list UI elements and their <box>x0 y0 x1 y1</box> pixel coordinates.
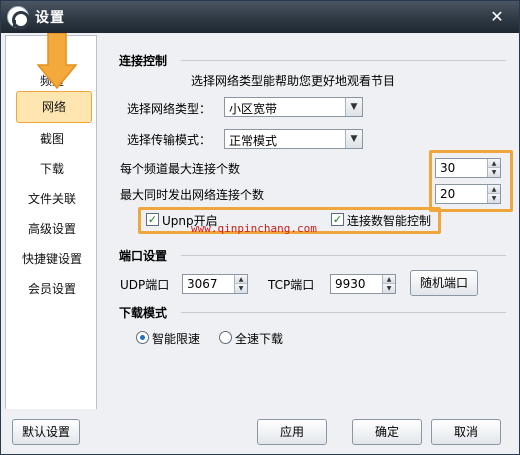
network-type-select[interactable]: 小区宽带 ▼ <box>224 97 363 117</box>
settings-sidebar: 频道 网络 截图 下载 文件关联 高级设置 快捷键设置 会员设置 <box>5 35 97 410</box>
smart-limit-label[interactable]: 智能限速 <box>152 330 200 347</box>
ok-button[interactable]: 确定 <box>352 419 422 445</box>
spin-up-icon[interactable]: ▲ <box>234 275 247 284</box>
restore-defaults-button[interactable]: 默认设置 <box>12 419 80 445</box>
title-bar: 设置 ✕ <box>1 1 519 33</box>
udp-port-spinner[interactable]: 3067 ▲ ▼ <box>182 274 248 294</box>
smart-connection-label[interactable]: 连接数智能控制 <box>347 212 431 229</box>
close-icon[interactable]: ✕ <box>486 6 508 28</box>
max-concurrent-value: 20 <box>440 187 456 201</box>
app-logo-icon <box>7 6 30 29</box>
max-concurrent-spinner[interactable]: 20 ▲ ▼ <box>435 184 501 204</box>
section-divider <box>181 312 506 313</box>
spin-up-icon[interactable]: ▲ <box>487 159 500 168</box>
tcp-port-value: 9930 <box>335 277 366 291</box>
sidebar-item-advanced[interactable]: 高级设置 <box>6 218 98 240</box>
smart-connection-checkbox[interactable]: ✓ <box>331 213 344 226</box>
sidebar-item-membership[interactable]: 会员设置 <box>6 278 98 300</box>
max-concurrent-label: 最大同时发出网络连接个数 <box>120 188 265 202</box>
sidebar-item-screenshot[interactable]: 截图 <box>6 128 98 150</box>
transfer-mode-label: 选择传输模式： <box>127 133 212 147</box>
udp-port-label: UDP端口 <box>120 278 170 292</box>
spin-down-icon[interactable]: ▼ <box>487 194 500 203</box>
max-per-channel-value: 30 <box>440 161 456 175</box>
full-speed-radio[interactable] <box>219 331 232 344</box>
settings-window: 设置 ✕ 频道 网络 截图 下载 文件关联 高级设置 快捷键设置 会员设置 连接… <box>0 0 520 455</box>
spin-down-icon[interactable]: ▼ <box>487 168 500 177</box>
section-divider <box>181 60 506 61</box>
max-per-channel-label: 每个频道最大连接个数 <box>120 162 241 176</box>
max-per-channel-spinner[interactable]: 30 ▲ ▼ <box>435 158 501 178</box>
tcp-port-spinner[interactable]: 9930 ▲ ▼ <box>330 274 396 294</box>
transfer-mode-select[interactable]: 正常模式 ▼ <box>224 129 363 149</box>
transfer-mode-value: 正常模式 <box>229 134 278 148</box>
orange-arrow-icon <box>37 33 77 89</box>
sidebar-item-download[interactable]: 下载 <box>6 158 98 180</box>
sidebar-item-file-association[interactable]: 文件关联 <box>6 188 98 210</box>
section-divider <box>181 255 506 256</box>
random-port-button[interactable]: 随机端口 <box>410 270 478 296</box>
spin-down-icon[interactable]: ▼ <box>234 284 247 293</box>
udp-port-value: 3067 <box>187 277 218 291</box>
spin-up-icon[interactable]: ▲ <box>487 185 500 194</box>
watermark-text: www.qinpinchang.com <box>191 222 317 235</box>
smart-limit-radio[interactable] <box>136 331 149 344</box>
sidebar-item-network[interactable]: 网络 <box>16 91 92 123</box>
cancel-button[interactable]: 取消 <box>431 419 501 445</box>
full-speed-label[interactable]: 全速下载 <box>235 330 283 347</box>
apply-button[interactable]: 应用 <box>257 419 327 445</box>
chevron-down-icon[interactable]: ▼ <box>345 130 362 148</box>
network-type-label: 选择网络类型： <box>127 102 212 116</box>
download-mode-title: 下载模式 <box>119 306 168 320</box>
spin-up-icon[interactable]: ▲ <box>382 275 395 284</box>
connection-section-title: 连接控制 <box>119 54 168 68</box>
network-hint: 选择网络类型能帮助您更好地观看节目 <box>191 74 396 88</box>
sidebar-item-hotkeys[interactable]: 快捷键设置 <box>6 248 98 270</box>
network-type-value: 小区宽带 <box>229 102 278 116</box>
window-title: 设置 <box>35 10 65 26</box>
chevron-down-icon[interactable]: ▼ <box>345 98 362 116</box>
ports-section-title: 端口设置 <box>119 249 168 263</box>
upnp-checkbox[interactable]: ✓ <box>146 213 159 226</box>
tcp-port-label: TCP端口 <box>268 278 315 292</box>
spin-down-icon[interactable]: ▼ <box>382 284 395 293</box>
